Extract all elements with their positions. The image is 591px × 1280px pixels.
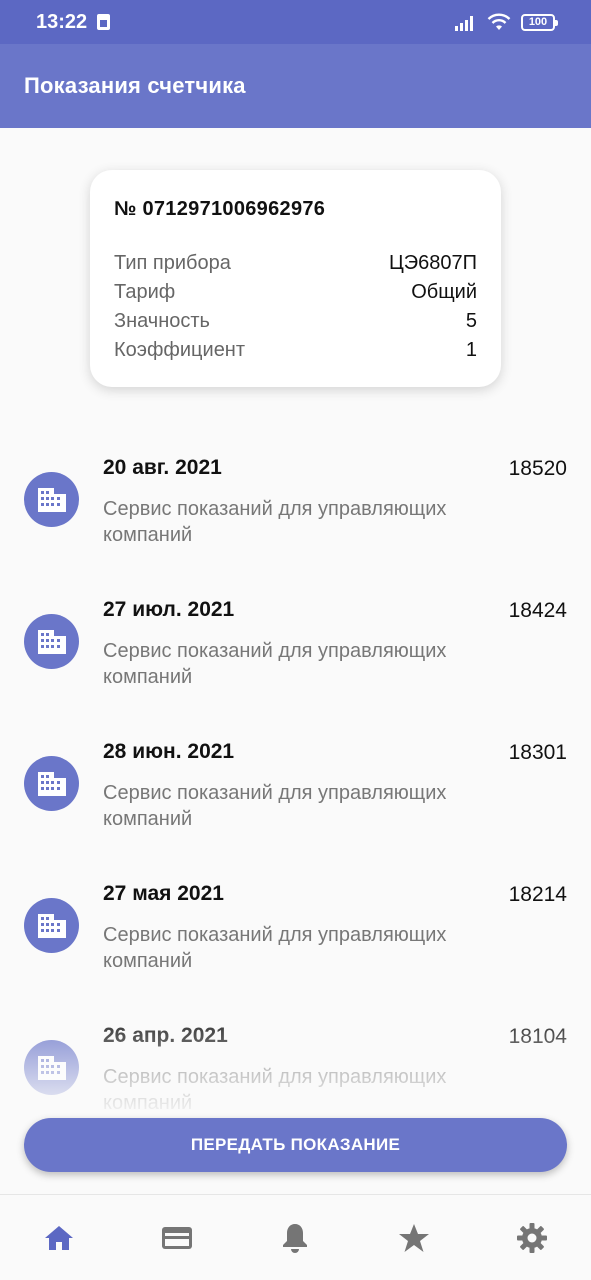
meter-row-digits: Значность 5 — [114, 307, 477, 336]
nav-item-settings[interactable] — [502, 1208, 562, 1268]
list-item[interactable]: 27 мая 2021 18214 Сервис показаний для у… — [0, 866, 591, 1008]
meter-row-label: Значность — [114, 310, 210, 332]
list-item[interactable]: 20 авг. 2021 18520 Сервис показаний для … — [0, 440, 591, 582]
meter-row-value: Общий — [411, 281, 477, 303]
reading-date: 26 апр. 2021 — [103, 1024, 228, 1047]
building-icon — [24, 898, 79, 953]
wifi-icon — [487, 13, 511, 30]
card-icon — [162, 1226, 193, 1249]
reading-value: 18214 — [508, 883, 567, 906]
reading-date: 27 мая 2021 — [103, 882, 224, 905]
gear-icon — [516, 1222, 547, 1253]
reading-source: Сервис показаний для управляющих компани… — [103, 640, 447, 688]
nav-item-payments[interactable] — [147, 1208, 207, 1268]
meter-row-coefficient: Коэффициент 1 — [114, 336, 477, 365]
submit-reading-button[interactable]: ПЕРЕДАТЬ ПОКАЗАНИЕ — [24, 1118, 567, 1172]
meter-row-value: 1 — [465, 339, 477, 361]
star-icon — [398, 1223, 429, 1252]
meter-row-label: Коэффициент — [114, 339, 246, 361]
bottom-navigation — [0, 1194, 591, 1280]
reading-value: 18424 — [508, 599, 567, 622]
page-title: Показания счетчика — [24, 73, 246, 98]
home-icon — [45, 1225, 74, 1250]
app-bar: Показания счетчика — [0, 44, 591, 128]
status-bar: 13:22 100 — [0, 0, 591, 44]
reading-source: Сервис показаний для управляющих компани… — [103, 1066, 447, 1112]
status-time: 13:22 — [36, 10, 88, 33]
reading-date: 27 июл. 2021 — [103, 598, 235, 621]
battery-icon: 100 — [521, 13, 558, 31]
reading-date: 20 авг. 2021 — [103, 456, 222, 479]
reading-source: Сервис показаний для управляющих компани… — [103, 924, 447, 972]
sim-card-icon — [97, 14, 111, 30]
signal-icon — [455, 16, 473, 31]
meter-row-value: 5 — [465, 310, 477, 332]
list-item[interactable]: 28 июн. 2021 18301 Сервис показаний для … — [0, 724, 591, 866]
nav-item-notifications[interactable] — [265, 1208, 325, 1268]
reading-value: 18104 — [508, 1025, 567, 1048]
reading-date: 28 июн. 2021 — [103, 740, 235, 763]
status-left: 13:22 — [36, 10, 111, 34]
list-item[interactable]: 27 июл. 2021 18424 Сервис показаний для … — [0, 582, 591, 724]
meter-row-tariff: Тариф Общий — [114, 278, 477, 307]
reading-value: 18301 — [508, 741, 567, 764]
reading-value: 18520 — [508, 457, 567, 480]
meter-row-device-type: Тип прибора ЦЭ6807П — [114, 249, 477, 278]
building-icon — [24, 756, 79, 811]
status-right: 100 — [455, 13, 558, 31]
building-icon — [24, 472, 79, 527]
readings-list[interactable]: 20 авг. 2021 18520 Сервис показаний для … — [0, 440, 591, 1112]
meter-info-card: № 0712971006962976 Тип прибора ЦЭ6807П Т… — [90, 170, 501, 387]
nav-item-favorites[interactable] — [384, 1208, 444, 1268]
meter-details: Тип прибора ЦЭ6807П Тариф Общий Значност… — [114, 249, 477, 365]
building-icon — [24, 1040, 79, 1095]
building-icon — [24, 614, 79, 669]
nav-item-home[interactable] — [29, 1208, 89, 1268]
meter-row-value: ЦЭ6807П — [388, 252, 477, 274]
list-item[interactable]: 26 апр. 2021 18104 Сервис показаний для … — [0, 1008, 591, 1112]
meter-row-label: Тариф — [114, 281, 176, 303]
meter-number: № 0712971006962976 — [114, 198, 326, 220]
reading-source: Сервис показаний для управляющих компани… — [103, 782, 447, 830]
reading-source: Сервис показаний для управляющих компани… — [103, 498, 447, 546]
bell-icon — [283, 1223, 308, 1253]
meter-row-label: Тип прибора — [114, 252, 231, 274]
